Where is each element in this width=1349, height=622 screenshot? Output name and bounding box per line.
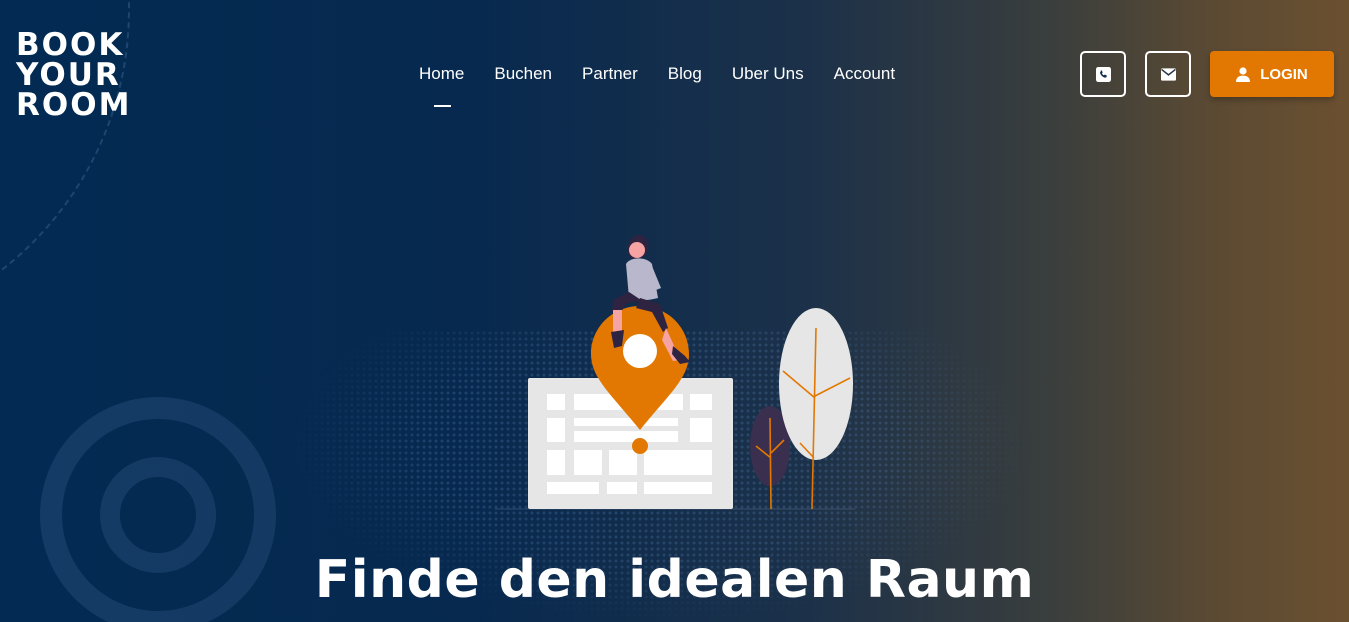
hero-illustration [495,235,855,510]
envelope-icon [1160,67,1176,81]
logo-line-3: ROOM [16,87,132,123]
site-logo[interactable]: BOOK YOUR ROOM [16,27,132,123]
logo-line-1: BOOK [16,27,125,63]
phone-button[interactable] [1080,51,1126,97]
phone-icon [1095,66,1111,82]
hero-title: Finde den idealen Raum [314,550,1035,610]
nav-item-partner[interactable]: Partner [582,64,638,84]
nav-item-home[interactable]: Home [419,64,464,107]
main-navigation: Home Buchen Partner Blog Uber Uns Accoun… [419,64,925,107]
nav-item-uber-uns[interactable]: Uber Uns [732,64,804,84]
page: BOOK YOUR ROOM Home Buchen Partner Blog … [0,0,1349,622]
email-button[interactable] [1145,51,1191,97]
user-icon [1236,66,1251,82]
logo-line-2: YOUR [16,57,121,93]
nav-item-blog[interactable]: Blog [668,64,702,84]
nav-item-buchen[interactable]: Buchen [494,64,552,84]
nav-item-account[interactable]: Account [834,64,895,84]
login-label: LOGIN [1260,65,1308,83]
login-button[interactable]: LOGIN [1210,51,1334,97]
